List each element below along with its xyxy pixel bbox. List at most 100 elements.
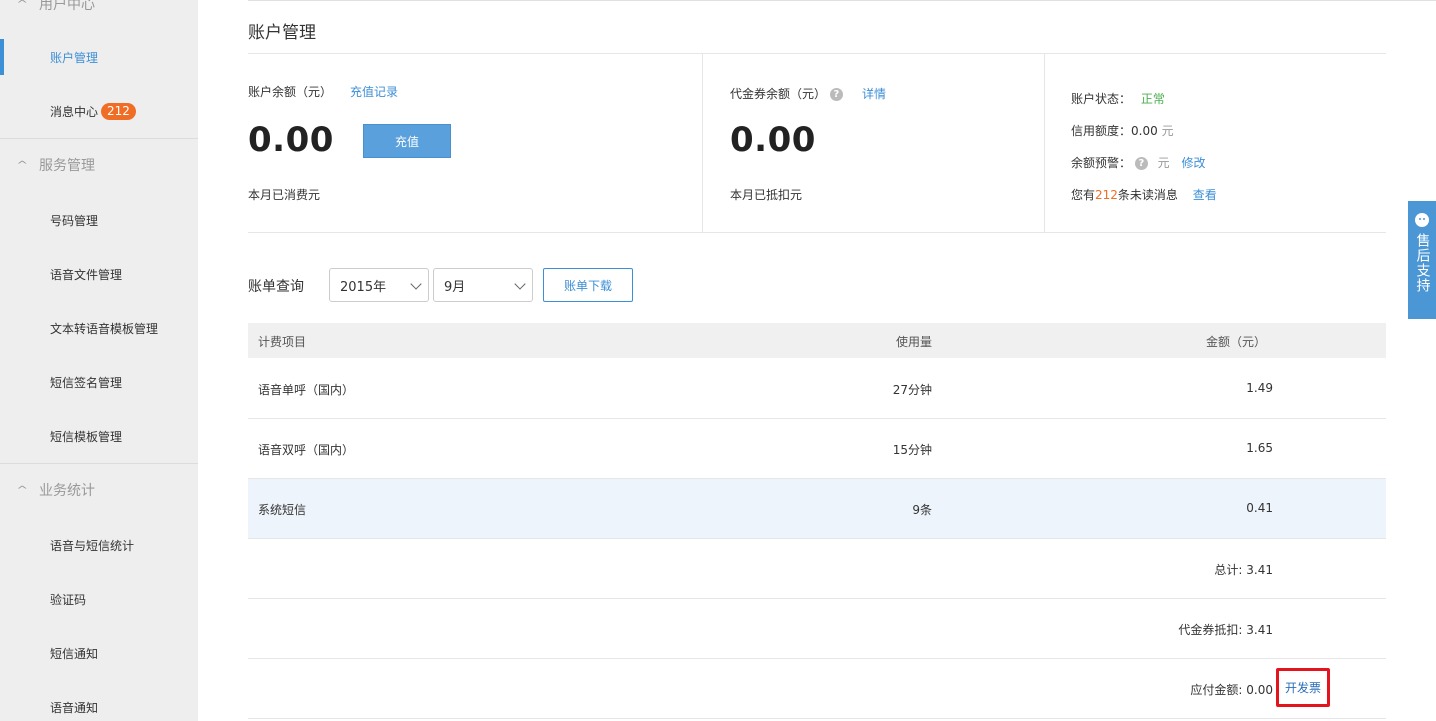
chat-face-icon bbox=[1415, 213, 1429, 227]
month-select-value: 9月 bbox=[444, 279, 466, 295]
sidebar-item-verification[interactable]: 验证码 bbox=[0, 579, 198, 619]
sidebar-item-numbers[interactable]: 号码管理 bbox=[0, 200, 198, 240]
sidebar-item-label: 短信模板管理 bbox=[50, 429, 123, 444]
sidebar-item-label: 账户管理 bbox=[50, 50, 99, 65]
col-item: 计费项目 bbox=[258, 335, 307, 349]
unread-prefix: 您有 bbox=[1071, 188, 1096, 202]
invoice-link[interactable]: 开发票 bbox=[1285, 679, 1321, 696]
divider bbox=[0, 138, 198, 139]
recharge-record-link[interactable]: 充值记录 bbox=[350, 83, 398, 100]
divider bbox=[248, 418, 1386, 419]
chevron-up-icon: ^ bbox=[16, 159, 29, 171]
chevron-down-icon bbox=[514, 278, 526, 290]
balance-label: 账户余额（元） bbox=[248, 85, 333, 99]
sidebar-item-sms-signatures[interactable]: 短信签名管理 bbox=[0, 362, 198, 402]
voucher-deduct: 代金券抵扣: 3.41 bbox=[1178, 623, 1273, 637]
monthly-deducted: 本月已抵扣元 bbox=[730, 188, 803, 202]
sidebar-item-label: 消息中心 bbox=[50, 104, 99, 119]
unread-badge: 212 bbox=[101, 102, 136, 120]
sidebar-item-label: 验证码 bbox=[50, 592, 87, 607]
year-select[interactable]: 2015年 bbox=[329, 268, 429, 302]
col-amount: 金额（元） bbox=[1205, 335, 1266, 349]
chevron-down-icon bbox=[410, 278, 422, 290]
chevron-up-icon: ^ bbox=[16, 0, 29, 10]
credit-unit: 元 bbox=[1161, 124, 1174, 138]
table-cell: 1.49 bbox=[1246, 381, 1273, 395]
sidebar-item-label: 文本转语音模板管理 bbox=[50, 321, 159, 336]
divider bbox=[248, 658, 1386, 659]
alert-unit: 元 bbox=[1157, 156, 1170, 170]
table-cell: 15分钟 bbox=[892, 443, 932, 457]
table-header: 计费项目 使用量 金额（元） bbox=[248, 323, 1386, 358]
status-value: 正常 bbox=[1140, 92, 1165, 106]
chevron-up-icon: ^ bbox=[16, 484, 29, 496]
balance-alert: 余额预警： ? 元 修改 bbox=[1071, 154, 1206, 171]
divider bbox=[248, 718, 1386, 719]
credit-value: 0.00 bbox=[1131, 124, 1158, 138]
sidebar-group-stats[interactable]: ^ 业务统计 bbox=[0, 475, 198, 505]
sidebar-item-label: 语音通知 bbox=[50, 700, 99, 715]
monthly-spent: 本月已消费元 bbox=[248, 188, 321, 202]
table-cell: 27分钟 bbox=[892, 383, 932, 397]
sidebar-item-label: 号码管理 bbox=[50, 213, 99, 228]
sidebar-item-account[interactable]: 账户管理 bbox=[0, 37, 198, 77]
sidebar-item-voice-sms-stats[interactable]: 语音与短信统计 bbox=[0, 525, 198, 565]
invoice-annotation-box: 开发票 bbox=[1276, 668, 1330, 707]
sidebar-item-label: 短信通知 bbox=[50, 646, 99, 661]
month-select[interactable]: 9月 bbox=[433, 268, 533, 302]
divider bbox=[248, 598, 1386, 599]
divider bbox=[0, 463, 198, 464]
sidebar: ^ 用户中心 账户管理 消息中心 212 ^ 服务管理 号码管理 语音文件管理 … bbox=[0, 0, 198, 721]
unread-suffix: 条未读消息 bbox=[1117, 188, 1178, 202]
divider bbox=[1044, 54, 1045, 232]
divider bbox=[248, 232, 1386, 233]
total-amount: 总计: 3.41 bbox=[1214, 563, 1273, 577]
divider bbox=[248, 53, 1386, 54]
col-usage: 使用量 bbox=[895, 335, 932, 349]
payable-amount: 应付金额: 0.00 bbox=[1190, 683, 1273, 697]
table-cell: 1.65 bbox=[1246, 441, 1273, 455]
sidebar-item-sms-templates[interactable]: 短信模板管理 bbox=[0, 416, 198, 456]
table-cell: 9条 bbox=[912, 503, 932, 517]
table-cell: 语音单呼（国内） bbox=[258, 383, 355, 397]
divider bbox=[248, 538, 1386, 539]
page-title: 账户管理 bbox=[248, 23, 316, 43]
alert-modify-link[interactable]: 修改 bbox=[1182, 156, 1206, 170]
voucher-label-text: 代金券余额（元） bbox=[730, 87, 827, 101]
table-cell: 语音双呼（国内） bbox=[258, 443, 355, 457]
sidebar-item-sms-notify[interactable]: 短信通知 bbox=[0, 633, 198, 673]
unread-count: 212 bbox=[1095, 188, 1118, 202]
bill-download-button[interactable]: 账单下载 bbox=[543, 268, 633, 302]
table-row-highlight bbox=[248, 479, 1386, 538]
status-label: 账户状态： bbox=[1071, 92, 1132, 106]
support-label: 售后支持 bbox=[1414, 233, 1431, 293]
alert-label: 余额预警： bbox=[1071, 156, 1132, 170]
voucher-amount: 0.00 bbox=[730, 120, 816, 160]
after-sales-support-tab[interactable]: 售后支持 bbox=[1408, 201, 1436, 319]
help-icon[interactable]: ? bbox=[1134, 157, 1148, 170]
main-content: 账户管理 账户余额（元） 充值记录 0.00 充值 本月已消费元 代金券余额（元… bbox=[248, 0, 1436, 721]
sidebar-item-messages[interactable]: 消息中心 212 bbox=[0, 91, 198, 131]
balance-amount: 0.00 bbox=[248, 120, 334, 160]
sidebar-item-tts-templates[interactable]: 文本转语音模板管理 bbox=[0, 308, 198, 348]
sidebar-item-voice-files[interactable]: 语音文件管理 bbox=[0, 254, 198, 294]
sidebar-group-user-center[interactable]: ^ 用户中心 bbox=[0, 0, 198, 19]
table-cell: 0.41 bbox=[1246, 501, 1273, 515]
divider bbox=[248, 0, 1436, 1]
account-status: 账户状态： 正常 bbox=[1071, 90, 1165, 107]
voucher-detail-link[interactable]: 详情 bbox=[862, 85, 886, 102]
sidebar-item-voice-notify[interactable]: 语音通知 bbox=[0, 687, 198, 721]
divider bbox=[702, 54, 703, 232]
help-icon[interactable]: ? bbox=[829, 88, 843, 101]
recharge-button[interactable]: 充值 bbox=[363, 124, 451, 158]
divider bbox=[248, 478, 1386, 479]
credit-limit: 信用额度：0.00 元 bbox=[1071, 122, 1174, 139]
sidebar-item-label: 短信签名管理 bbox=[50, 375, 123, 390]
voucher-label: 代金券余额（元） ? bbox=[730, 85, 843, 102]
unread-messages: 您有212条未读消息 查看 bbox=[1071, 186, 1217, 203]
table-cell: 系统短信 bbox=[258, 503, 307, 517]
sidebar-item-label: 语音与短信统计 bbox=[50, 538, 135, 553]
year-select-value: 2015年 bbox=[340, 279, 387, 295]
sidebar-group-service[interactable]: ^ 服务管理 bbox=[0, 150, 198, 180]
unread-view-link[interactable]: 查看 bbox=[1193, 188, 1217, 202]
